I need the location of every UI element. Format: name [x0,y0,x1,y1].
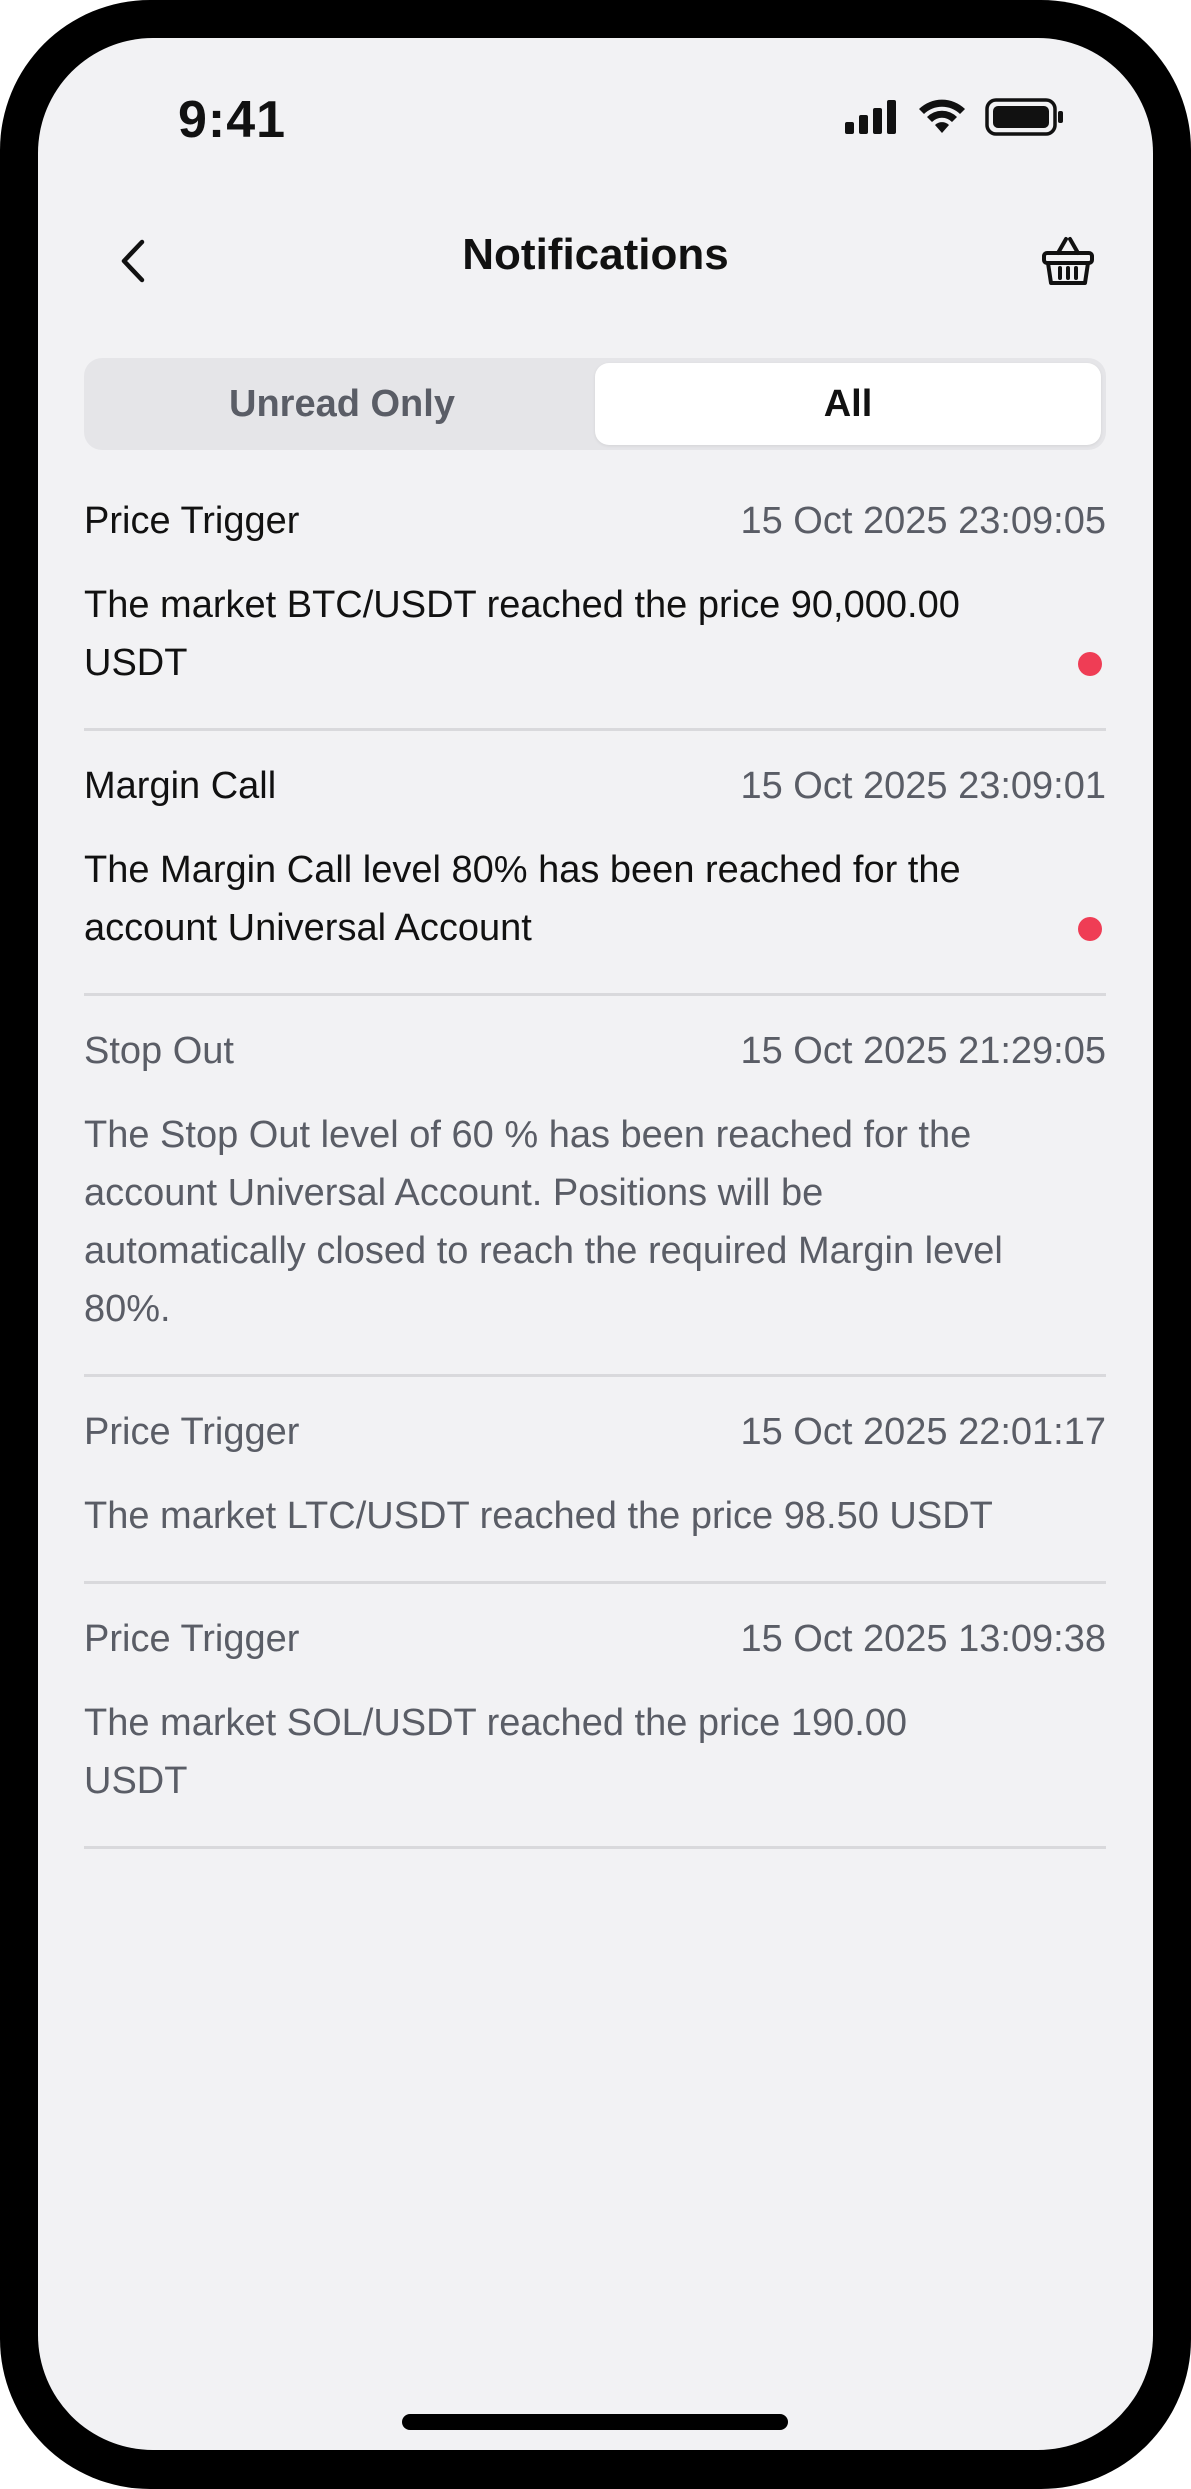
notification-time: 15 Oct 2025 22:01:17 [740,1411,1106,1453]
notification-type: Price Trigger [84,1618,300,1660]
notification-item[interactable]: Margin Call 15 Oct 2025 23:09:01 The Mar… [84,765,1106,996]
page-title: Notifications [462,230,729,279]
notification-item[interactable]: Stop Out 15 Oct 2025 21:29:05 The Stop O… [84,1030,1106,1377]
screen: 9:41 Notifications Unread Only All Price… [38,38,1153,2450]
notification-message: The market LTC/USDT reached the price 98… [84,1495,993,1537]
notification-time: 15 Oct 2025 23:09:01 [740,765,1106,807]
unread-dot-icon [1078,917,1102,941]
filter-all[interactable]: All [595,363,1101,445]
clear-notifications-button[interactable] [1033,228,1103,298]
basket-icon [1040,233,1096,294]
notification-item[interactable]: Price Trigger 15 Oct 2025 23:09:05 The m… [84,500,1106,731]
notification-type: Price Trigger [84,500,300,542]
notification-time: 15 Oct 2025 13:09:38 [740,1618,1106,1660]
cellular-signal-icon [845,100,899,139]
notification-time: 15 Oct 2025 21:29:05 [740,1030,1106,1072]
notification-message: The market BTC/USDT reached the price 90… [84,584,960,684]
status-time: 9:41 [178,91,287,149]
filter-unread-only[interactable]: Unread Only [89,363,595,445]
notification-item[interactable]: Price Trigger 15 Oct 2025 22:01:17 The m… [84,1411,1106,1584]
notification-type: Price Trigger [84,1411,300,1453]
wifi-icon [917,99,967,140]
home-indicator[interactable] [402,2414,788,2430]
notification-type: Margin Call [84,765,277,807]
notification-item[interactable]: Price Trigger 15 Oct 2025 13:09:38 The m… [84,1618,1106,1849]
notification-time: 15 Oct 2025 23:09:05 [740,500,1106,542]
notification-list: Price Trigger 15 Oct 2025 23:09:05 The m… [84,500,1106,1883]
phone-frame: 9:41 Notifications Unread Only All Price… [0,0,1191,2489]
battery-icon [985,98,1065,141]
notification-type: Stop Out [84,1030,234,1072]
status-icons [845,98,1065,141]
notification-message: The Stop Out level of 60 % has been reac… [84,1114,1003,1330]
filter-segmented-control: Unread Only All [84,358,1106,450]
unread-dot-icon [1078,652,1102,676]
notification-message: The market SOL/USDT reached the price 19… [84,1702,908,1802]
notification-message: The Margin Call level 80% has been reach… [84,849,961,949]
